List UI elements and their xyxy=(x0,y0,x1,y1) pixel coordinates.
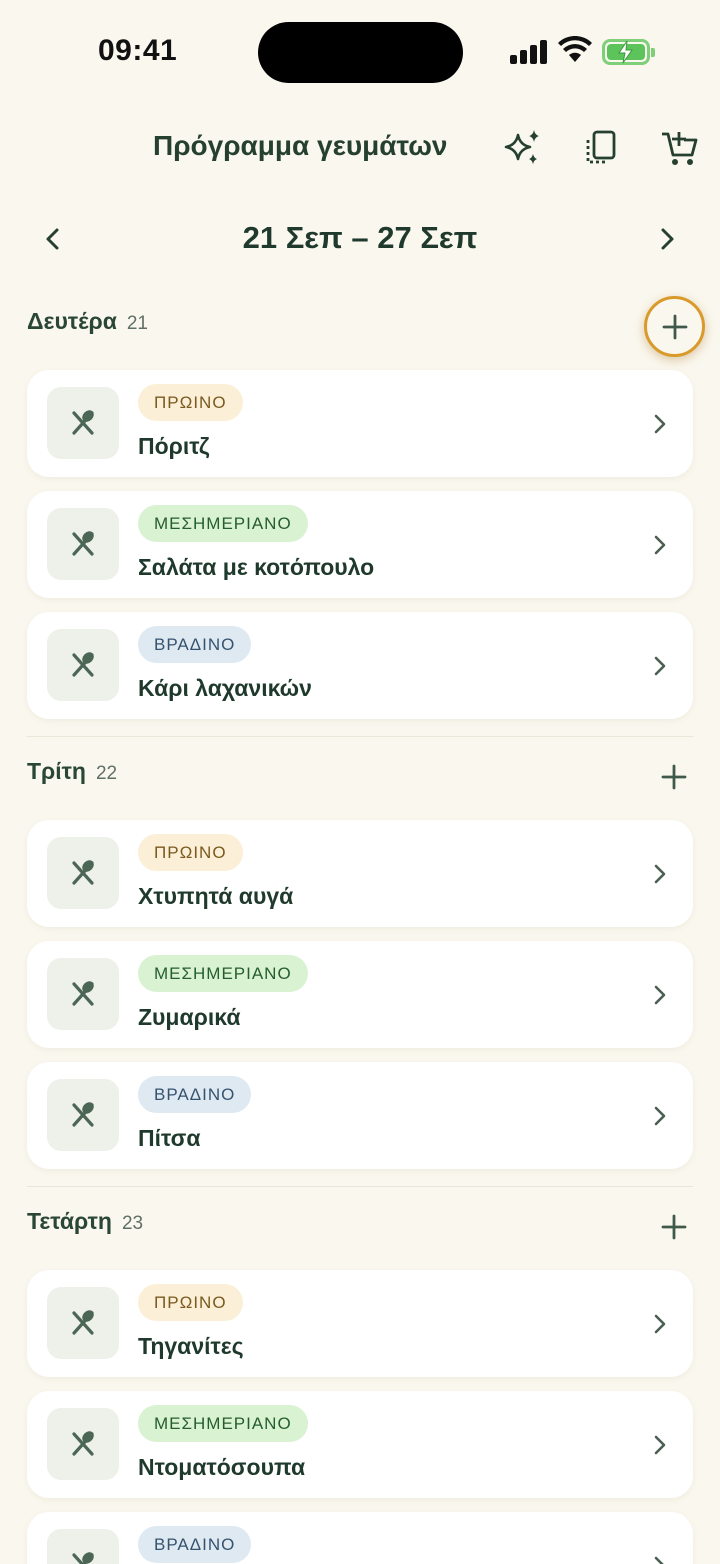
cutlery-icon xyxy=(72,1431,94,1456)
meal-card[interactable]: ΒΡΑΔΙΝΟ Πίτσα xyxy=(27,1062,693,1169)
plus-icon xyxy=(662,314,687,339)
meal-type-badge: ΜΕΣΗΜΕΡΙΑΝΟ xyxy=(138,955,308,992)
day-name: Τρίτη xyxy=(27,758,86,784)
meal-name: Πίτσα xyxy=(138,1125,201,1151)
meal-name: Τηγανίτες xyxy=(138,1333,244,1359)
meal-card[interactable]: ΜΕΣΗΜΕΡΙΑΝΟ Σαλάτα με κοτόπουλο xyxy=(27,491,693,598)
meal-card[interactable]: ΒΡΑΔΙΝΟ xyxy=(27,1512,693,1564)
meal-name: Σαλάτα με κοτόπουλο xyxy=(138,554,375,580)
add-meal-button[interactable] xyxy=(652,1205,696,1249)
day-number: 22 xyxy=(95,763,118,784)
page-title: Πρόγραμμα γευμάτων xyxy=(153,130,448,161)
meal-thumbnail xyxy=(47,958,119,1030)
meal-name: Πόριτζ xyxy=(138,433,210,459)
cutlery-icon xyxy=(72,652,94,677)
meal-type-badge: ΠΡΩΙΝΟ xyxy=(138,834,243,871)
meal-thumbnail xyxy=(47,1287,119,1359)
cutlery-icon xyxy=(72,860,94,885)
chevron-right-icon xyxy=(649,1431,671,1459)
cutlery-icon xyxy=(72,410,94,435)
meal-card[interactable]: ΠΡΩΙΝΟ Χτυπητά αυγά xyxy=(27,820,693,927)
day-name: Δευτέρα xyxy=(27,308,117,334)
chevron-right-icon xyxy=(649,410,671,438)
meal-name: Κάρι λαχανικών xyxy=(138,675,312,701)
chevron-right-icon xyxy=(649,1102,671,1130)
cutlery-icon xyxy=(72,1310,94,1335)
day-number: 21 xyxy=(126,313,148,334)
clipboard-icon[interactable] xyxy=(582,128,622,168)
plus-icon xyxy=(661,1214,687,1240)
meal-card[interactable]: ΠΡΩΙΝΟ Πόριτζ xyxy=(27,370,693,477)
chevron-right-icon xyxy=(649,531,671,559)
meal-type-badge: ΒΡΑΔΙΝΟ xyxy=(138,1076,252,1113)
meal-name: Χτυπητά αυγά xyxy=(138,883,294,909)
status-time: 09:41 xyxy=(98,34,178,67)
meal-thumbnail xyxy=(47,508,119,580)
day-number: 23 xyxy=(121,1213,144,1234)
meal-type-badge: ΒΡΑΔΙΝΟ xyxy=(138,626,252,663)
cutlery-icon xyxy=(72,531,94,556)
meal-name: Ντοματόσουπα xyxy=(138,1454,306,1480)
add-meal-button[interactable] xyxy=(652,755,696,799)
meal-type-badge: ΜΕΣΗΜΕΡΙΑΝΟ xyxy=(138,505,308,542)
plus-icon xyxy=(661,764,687,790)
meal-name: Ζυμαρικά xyxy=(138,1004,241,1030)
meal-thumbnail xyxy=(47,1529,119,1564)
meal-card[interactable]: ΠΡΩΙΝΟ Τηγανίτες xyxy=(27,1270,693,1377)
meal-card[interactable]: ΒΡΑΔΙΝΟ Κάρι λαχανικών xyxy=(27,612,693,719)
cart-add-icon[interactable] xyxy=(660,128,700,168)
add-meal-button[interactable] xyxy=(644,296,705,357)
cellular-signal-icon xyxy=(510,40,548,64)
cutlery-icon xyxy=(72,1102,94,1127)
meal-thumbnail xyxy=(47,837,119,909)
week-range-label: 21 Σεπ – 27 Σεπ xyxy=(242,220,478,255)
day-header: Τρίτη 22 xyxy=(27,758,117,785)
day-header: Δευτέρα 21 xyxy=(27,308,148,335)
day-name: Τετάρτη xyxy=(27,1208,112,1234)
section-divider xyxy=(27,1186,693,1187)
chevron-right-icon xyxy=(649,1552,671,1564)
next-week-button[interactable] xyxy=(650,222,684,256)
wifi-icon xyxy=(558,36,592,62)
meal-thumbnail xyxy=(47,629,119,701)
cutlery-icon xyxy=(72,1552,94,1564)
meal-thumbnail xyxy=(47,1408,119,1480)
meal-card[interactable]: ΜΕΣΗΜΕΡΙΑΝΟ Ντοματόσουπα xyxy=(27,1391,693,1498)
chevron-right-icon xyxy=(649,652,671,680)
chevron-right-icon xyxy=(649,1310,671,1338)
chevron-right-icon xyxy=(649,860,671,888)
meal-thumbnail xyxy=(47,387,119,459)
meal-thumbnail xyxy=(47,1079,119,1151)
sparkles-icon[interactable] xyxy=(503,128,543,168)
dynamic-island xyxy=(258,22,463,83)
status-bar: 09:41 xyxy=(0,0,720,100)
meal-type-badge: ΠΡΩΙΝΟ xyxy=(138,384,243,421)
battery-charging-icon xyxy=(602,39,655,65)
meal-card[interactable]: ΜΕΣΗΜΕΡΙΑΝΟ Ζυμαρικά xyxy=(27,941,693,1048)
section-divider xyxy=(27,736,693,737)
day-header: Τετάρτη 23 xyxy=(27,1208,143,1235)
meal-type-badge: ΠΡΩΙΝΟ xyxy=(138,1284,243,1321)
meal-type-badge: ΒΡΑΔΙΝΟ xyxy=(138,1526,252,1563)
cutlery-icon xyxy=(72,981,94,1006)
meal-type-badge: ΜΕΣΗΜΕΡΙΑΝΟ xyxy=(138,1405,308,1442)
chevron-right-icon xyxy=(649,981,671,1009)
